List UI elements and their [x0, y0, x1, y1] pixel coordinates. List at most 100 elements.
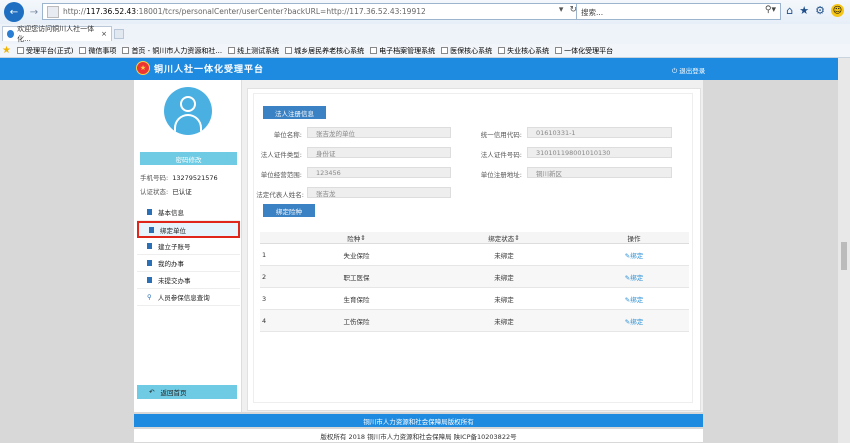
- logout-label: 退出登录: [679, 67, 706, 75]
- row-type: 失业保险: [343, 251, 370, 260]
- favorite-item[interactable]: 首页 - 铜川市人力资源和社...: [122, 46, 222, 56]
- scrollbar-thumb[interactable]: [841, 242, 847, 270]
- search-input[interactable]: 搜索... ⚲▾: [576, 3, 781, 20]
- bind-insurance-button[interactable]: 绑定险种: [263, 204, 315, 217]
- star-icon[interactable]: ★: [799, 4, 809, 17]
- table-row: 2 职工医保 未绑定 ✎绑定: [260, 266, 689, 288]
- sidebar-item-bind-unit[interactable]: 绑定单位: [137, 221, 240, 238]
- page-icon: [47, 5, 59, 18]
- cert-type-label: 法人证件类型:: [260, 151, 302, 159]
- favorite-icon: [498, 47, 506, 54]
- site-logo: ★ 铜川人社一体化受理平台: [136, 61, 264, 75]
- favorite-label: 城乡居民养老核心系统: [294, 46, 365, 55]
- back-button[interactable]: ←: [4, 2, 24, 22]
- sidebar-item-label: 建立子账号: [158, 243, 191, 251]
- logout-link[interactable]: ⏻ 退出登录: [672, 65, 705, 76]
- bind-link-label: 绑定: [630, 273, 644, 282]
- bind-link[interactable]: ✎绑定: [579, 294, 689, 304]
- forward-button[interactable]: →: [27, 3, 41, 21]
- search-placeholder: 搜索...: [581, 8, 604, 17]
- favorite-item[interactable]: 线上测试系统: [228, 46, 279, 56]
- avatar-head: [180, 96, 196, 112]
- favorite-item[interactable]: 城乡居民养老核心系统: [285, 46, 364, 56]
- footer-icp: 版权所有 2018 铜川市人力资源和社会保障局 陕ICP备10203822号: [134, 429, 703, 442]
- power-icon: ⏻: [672, 67, 678, 75]
- phone-label: 手机号码:: [140, 174, 169, 182]
- col-header-type[interactable]: 险种 ⇕: [284, 232, 429, 243]
- favorite-item[interactable]: 一体化受理平台: [555, 46, 613, 56]
- binding-table: 险种 ⇕ 绑定状态 ⇕ 操作 1 失业保险 未绑定 ✎绑定 2 职工医保 未绑定 ✎…: [260, 232, 689, 332]
- unit-name-label: 单位名称:: [273, 131, 302, 139]
- bind-link[interactable]: ✎绑定: [579, 272, 689, 282]
- favorites-star-icon[interactable]: ★: [2, 45, 11, 56]
- favorite-item[interactable]: 微信事项: [79, 46, 116, 56]
- phone-info: 手机号码: 13279521576: [140, 172, 218, 182]
- favorite-label: 线上测试系统: [237, 46, 280, 55]
- favorite-icon: [122, 47, 130, 54]
- dropdown-icon[interactable]: ▾: [559, 5, 564, 15]
- document-icon: [149, 226, 154, 233]
- table-row: 1 失业保险 未绑定 ✎绑定: [260, 244, 689, 266]
- search-icon[interactable]: ⚲▾: [765, 5, 776, 15]
- book-icon: [147, 260, 152, 266]
- footer-copyright-bar: 铜川市人力资源和社会保障局版权所有: [134, 414, 703, 427]
- auth-info: 认证状态: 已认证: [140, 186, 192, 196]
- return-home-button[interactable]: ↶ 返回首页: [137, 385, 237, 399]
- new-tab-button[interactable]: [114, 29, 124, 39]
- tab-title: 欢迎您访问铜川人社一体化...: [17, 25, 95, 43]
- sidebar-item-label: 人员参保信息查询: [157, 294, 210, 302]
- row-type: 职工医保: [343, 273, 370, 282]
- sidebar-item-label: 绑定单位: [160, 226, 186, 235]
- favorite-item[interactable]: 电子档案管理系统: [370, 46, 435, 56]
- row-status: 未绑定: [494, 295, 514, 304]
- toolbar-icons: ⌂ ★ ⚙ ☺: [786, 4, 844, 17]
- auth-value: 已认证: [172, 188, 192, 196]
- book-icon: [147, 277, 152, 283]
- emblem-icon: ★: [136, 61, 150, 75]
- favorite-icon: [228, 47, 236, 54]
- auth-label: 认证状态:: [140, 188, 169, 196]
- col-header-label: 绑定状态: [488, 234, 515, 243]
- cert-no-field[interactable]: 310101198001010130: [527, 147, 672, 158]
- sidebar-item-unsubmitted[interactable]: 未提交办事: [137, 272, 240, 289]
- sidebar-item-my-affairs[interactable]: 我的办事: [137, 255, 240, 272]
- address-bar[interactable]: http://117.36.52.43:18001/tcrs/personalC…: [42, 3, 582, 20]
- row-type: 生育保险: [343, 295, 370, 304]
- row-status: 未绑定: [494, 317, 514, 326]
- favorite-label: 一体化受理平台: [564, 46, 614, 55]
- col-header-label: 险种: [347, 234, 361, 243]
- address-field[interactable]: 铜川新区: [527, 167, 672, 178]
- url-rest: :18001/tcrs/personalCenter/userCenter?ba…: [136, 7, 426, 16]
- scope-field[interactable]: 123456: [307, 167, 451, 178]
- smiley-icon[interactable]: ☺: [831, 4, 844, 17]
- bind-link[interactable]: ✎绑定: [579, 316, 689, 326]
- change-password-button[interactable]: 密码修改: [140, 152, 237, 165]
- col-header-status[interactable]: 绑定状态 ⇕: [429, 232, 579, 243]
- page-scrollbar[interactable]: [838, 58, 850, 443]
- credit-code-field[interactable]: 01610331-1: [527, 127, 672, 138]
- favorite-label: 医保核心系统: [450, 46, 493, 55]
- favorite-label: 微信事项: [88, 46, 117, 55]
- table-row: 4 工伤保险 未绑定 ✎绑定: [260, 310, 689, 332]
- bind-link[interactable]: ✎绑定: [579, 250, 689, 260]
- bind-link-label: 绑定: [630, 251, 644, 260]
- gear-icon[interactable]: ⚙: [815, 4, 825, 17]
- tab-bar: 欢迎您访问铜川人社一体化... ×: [0, 25, 850, 43]
- site-header: ★ 铜川人社一体化受理平台 ⏻ 退出登录: [0, 58, 850, 80]
- close-icon[interactable]: ×: [101, 30, 107, 38]
- sidebar-item-basic-info[interactable]: 基本信息: [137, 204, 240, 221]
- rep-field[interactable]: 张吉龙: [307, 187, 451, 198]
- sidebar-item-insurance-query[interactable]: ⚲ 人员参保信息查询: [137, 289, 240, 306]
- favorite-icon: [370, 47, 378, 54]
- favorite-item[interactable]: 受理平台(正式): [16, 46, 73, 56]
- browser-chrome: ← → http://117.36.52.43:18001/tcrs/perso…: [0, 0, 850, 58]
- cert-type-field[interactable]: 身份证: [307, 147, 451, 158]
- browser-tab[interactable]: 欢迎您访问铜川人社一体化... ×: [2, 25, 112, 43]
- unit-name-field[interactable]: 张吉龙的单位: [307, 127, 451, 138]
- favorite-item[interactable]: 医保核心系统: [441, 46, 492, 56]
- row-index: 2: [262, 272, 267, 281]
- sidebar-item-sub-account[interactable]: 建立子账号: [137, 238, 240, 255]
- favorite-item[interactable]: 失业核心系统: [498, 46, 549, 56]
- return-home-label: 返回首页: [160, 389, 187, 397]
- home-icon[interactable]: ⌂: [786, 4, 793, 17]
